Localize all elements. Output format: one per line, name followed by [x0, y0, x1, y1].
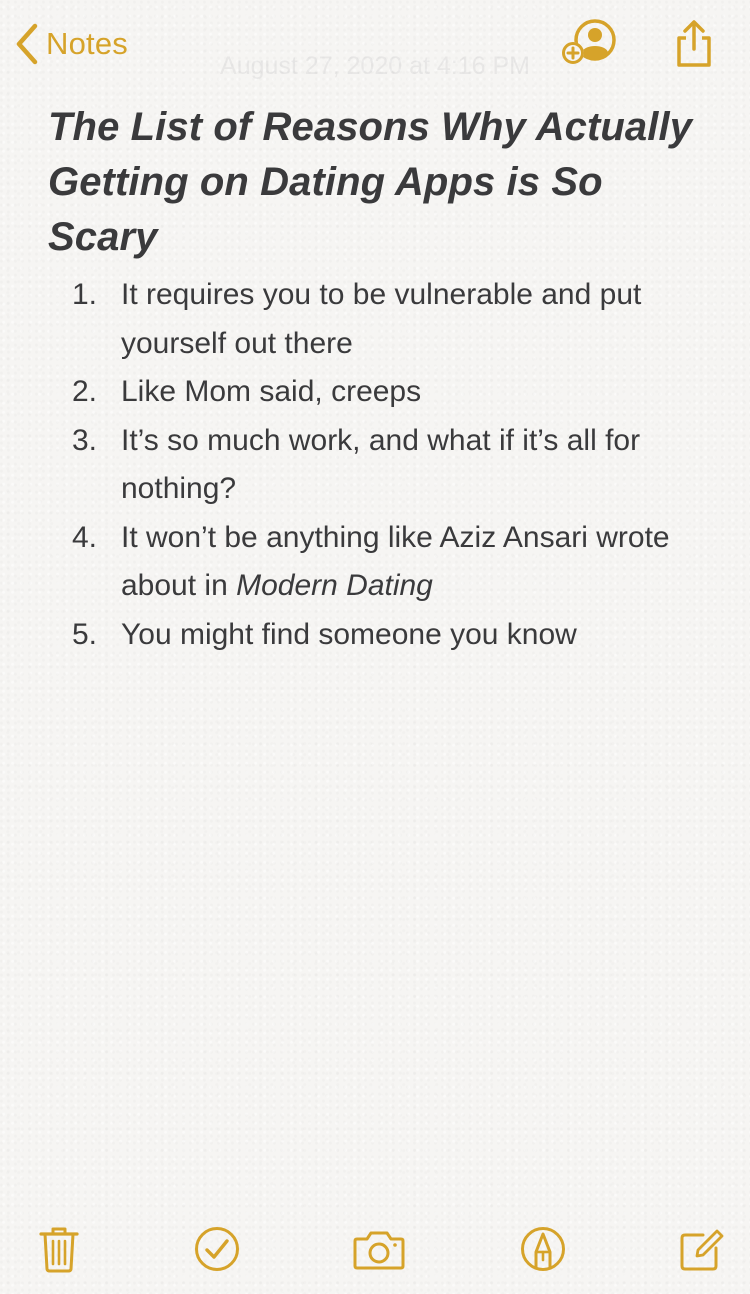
navigation-bar: Notes August 27, 2020 at 4:16 PM [0, 0, 750, 90]
share-icon[interactable] [672, 18, 716, 70]
markup-icon[interactable] [519, 1224, 567, 1274]
book-title: Modern Dating [236, 569, 433, 602]
list-item-text: It’s so much work, and what if it’s all … [121, 423, 641, 506]
list-item-number: 1. [72, 278, 98, 311]
list-item: 2. Like Mom said, creeps [48, 368, 718, 417]
reasons-list: 1. It requires you to be vulnerable and … [48, 271, 718, 659]
list-item: 3. It’s so much work, and what if it’s a… [48, 417, 718, 514]
note-date: August 27, 2020 at 4:16 PM [220, 52, 530, 80]
note-body[interactable]: The List of Reasons Why Actually Getting… [48, 100, 718, 659]
list-item-number: 2. [72, 375, 98, 408]
bottom-toolbar [0, 1212, 750, 1294]
list-item: 1. It requires you to be vulnerable and … [48, 271, 718, 368]
list-item-number: 5. [72, 617, 98, 651]
list-item-number: 4. [72, 520, 98, 554]
checklist-icon[interactable] [193, 1224, 241, 1274]
list-item-text: It requires you to be vulnerable and put… [121, 278, 642, 360]
list-item: 5. You might find someone you know [48, 611, 718, 660]
camera-icon[interactable] [352, 1224, 406, 1274]
add-person-icon[interactable] [560, 18, 618, 68]
trash-icon[interactable] [38, 1224, 80, 1274]
list-item-text: You might find someone you know [121, 617, 577, 651]
list-item-number: 3. [72, 423, 98, 457]
list-item-text: Like Mom said, creeps [121, 375, 422, 408]
note-title: The List of Reasons Why Actually Getting… [48, 105, 693, 259]
list-item: 4. It won’t be anything like Aziz Ansari… [48, 514, 718, 611]
compose-icon[interactable] [677, 1224, 725, 1274]
